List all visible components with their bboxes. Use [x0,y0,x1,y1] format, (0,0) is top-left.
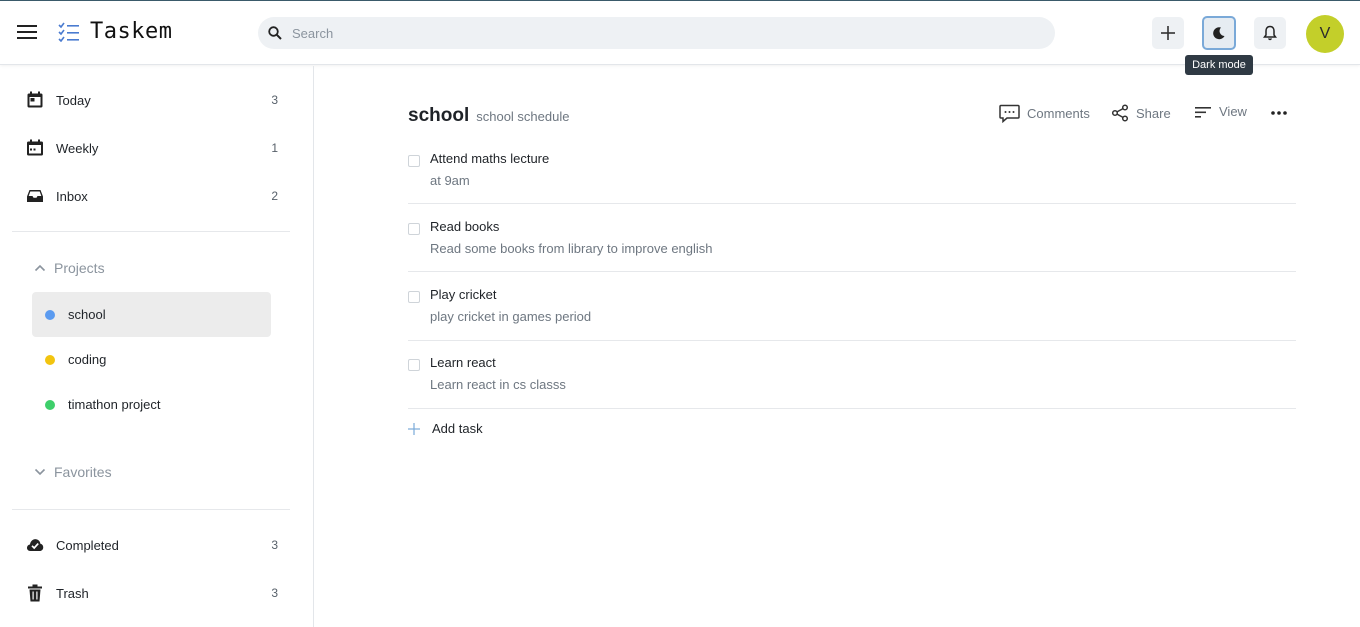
top-header: Taskem V [0,1,1360,65]
trash-icon [24,582,46,604]
more-options-button[interactable] [1270,104,1288,122]
search-icon [268,26,282,40]
task-item[interactable]: Read books Read some books from library … [408,215,1296,272]
calendar-week-icon [24,137,46,159]
task-title: Learn react [430,355,496,370]
task-item[interactable]: Play cricket play cricket in games perio… [408,283,1296,341]
calendar-day-icon [24,89,46,111]
app-logo[interactable]: Taskem [58,19,172,44]
moon-icon [1213,27,1225,40]
sidebar-item-count: 3 [271,586,278,600]
bell-icon [1263,25,1277,41]
view-button[interactable]: View [1194,104,1247,119]
project-label: timathon project [68,397,161,412]
task-title: Read books [430,219,500,234]
project-label: school [68,307,106,322]
more-horizontal-icon [1271,111,1287,115]
hamburger-icon [17,25,37,39]
sidebar-item-count: 3 [271,93,278,107]
app-title: Taskem [90,19,173,44]
checklist-icon [58,22,79,42]
task-item[interactable]: Learn react Learn react in cs classs [408,351,1296,409]
task-description: play cricket in games period [430,309,592,324]
sidebar-item-count: 2 [271,189,278,203]
user-avatar[interactable]: V [1306,15,1344,53]
page-title: school [408,105,470,126]
notifications-button[interactable] [1254,17,1286,49]
add-task-row[interactable]: Add task [408,421,483,436]
project-color-dot [45,354,55,365]
task-title: Play cricket [430,287,497,302]
cloud-check-icon [24,534,46,556]
sidebar-item-inbox[interactable]: Inbox 2 [24,181,280,211]
plus-icon [408,422,420,435]
search-input[interactable] [292,25,992,41]
projects-section-toggle[interactable]: Projects [34,260,105,276]
task-title: Attend maths lecture [430,151,550,166]
chevron-down-icon [34,468,46,476]
sidebar-item-label: Today [56,92,91,108]
dark-mode-tooltip: Dark mode [1185,55,1253,75]
sidebar: Today 3 Weekly 1 Inbox 2 Projects school… [0,66,314,627]
share-icon [1111,104,1129,122]
dark-mode-button[interactable] [1202,16,1236,50]
sidebar-item-label: Trash [56,585,89,601]
add-task-label: Add task [432,421,483,436]
sidebar-item-label: Completed [56,537,119,553]
hamburger-menu-button[interactable] [14,19,40,45]
project-color-dot [45,399,55,410]
project-header: school school schedule [408,105,569,127]
task-item[interactable]: Attend maths lecture at 9am [408,147,1296,204]
sidebar-item-count: 1 [271,141,278,155]
favorites-heading: Favorites [54,464,112,480]
page-subtitle: school schedule [476,109,570,124]
task-description: at 9am [430,173,470,188]
add-task-button[interactable] [1152,17,1184,49]
sidebar-item-trash[interactable]: Trash 3 [24,578,280,608]
comments-button[interactable]: Comments [999,104,1090,123]
inbox-icon [24,185,46,207]
task-checkbox[interactable] [408,359,420,371]
comments-label: Comments [1027,106,1090,121]
share-button[interactable]: Share [1111,104,1171,122]
sidebar-divider [12,231,290,232]
sidebar-divider [12,509,290,510]
task-description: Read some books from library to improve … [430,241,713,256]
sidebar-item-completed[interactable]: Completed 3 [24,530,280,560]
sidebar-item-today[interactable]: Today 3 [24,85,280,115]
sidebar-item-weekly[interactable]: Weekly 1 [24,133,280,163]
sidebar-item-label: Inbox [56,188,88,204]
sidebar-item-label: Weekly [56,140,99,156]
sidebar-item-count: 3 [271,538,278,552]
chevron-up-icon [34,264,46,272]
search-bar[interactable] [258,17,1055,49]
task-checkbox[interactable] [408,155,420,167]
sidebar-project-school[interactable]: school [32,292,271,337]
task-checkbox[interactable] [408,291,420,303]
project-color-dot [45,309,55,320]
projects-heading: Projects [54,260,105,276]
view-label: View [1219,104,1247,119]
project-label: coding [68,352,107,367]
favorites-section-toggle[interactable]: Favorites [34,464,112,480]
comment-icon [999,104,1020,123]
sidebar-project-timathon[interactable]: timathon project [32,382,271,427]
sort-lines-icon [1195,106,1211,118]
share-label: Share [1136,105,1171,121]
sidebar-project-coding[interactable]: coding [32,337,271,382]
task-description: Learn react in cs classs [430,377,566,392]
task-checkbox[interactable] [408,223,420,235]
plus-icon [1161,26,1175,40]
